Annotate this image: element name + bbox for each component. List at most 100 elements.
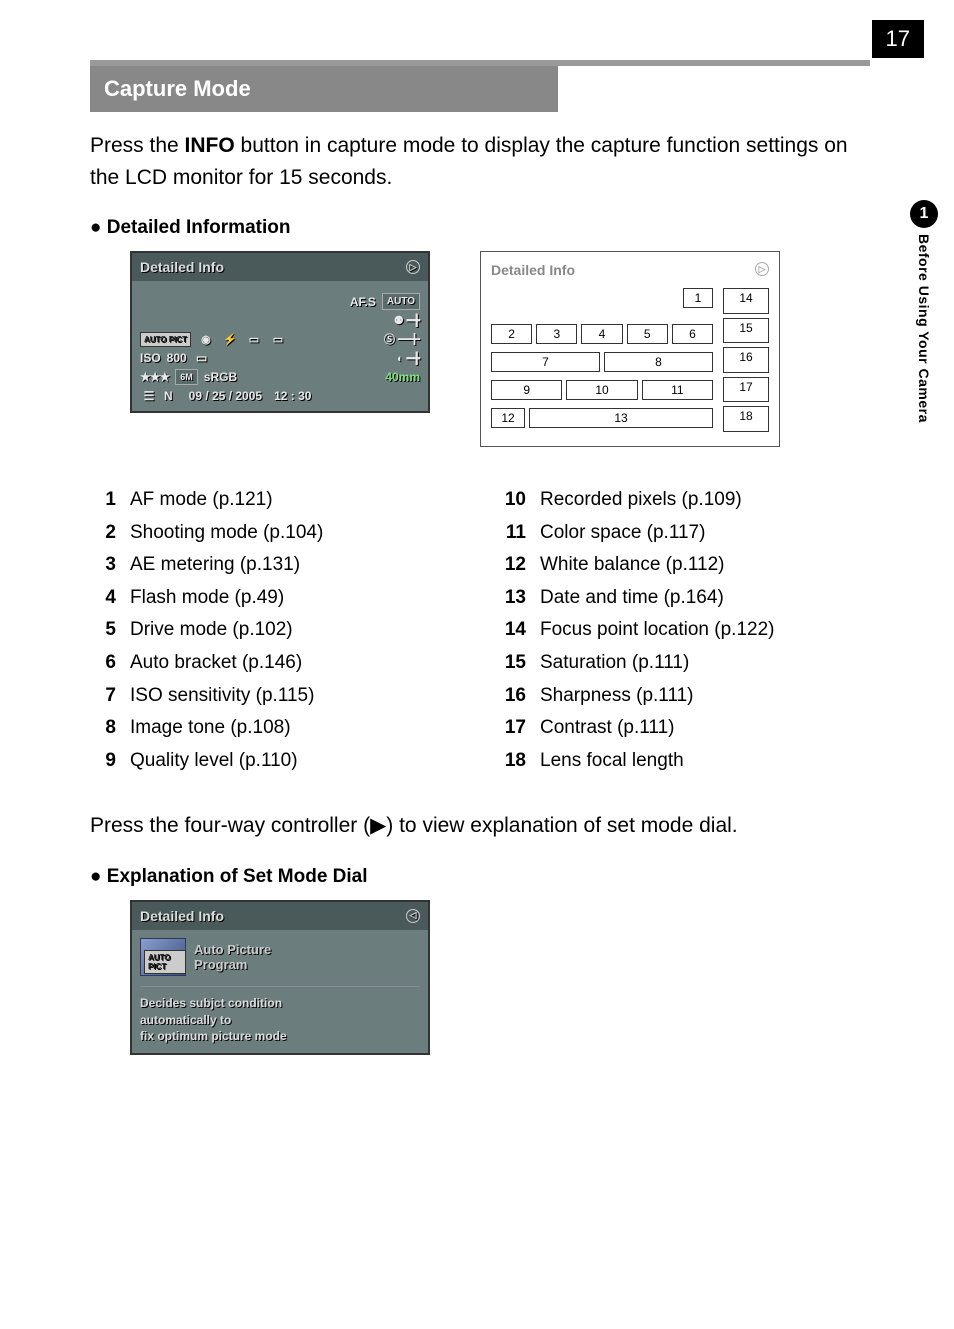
legend-left: 1AF mode (p.121) 2Shooting mode (p.104) … [90,487,460,780]
ln: 16 [500,683,526,710]
lcd-title-text: Detailed Info [140,259,224,275]
intro-bold: INFO [185,134,235,157]
lt: Shooting mode (p.104) [130,520,323,547]
chapter-title: Before Using Your Camera [916,234,932,423]
pixels-box: 6M [175,369,198,385]
intro-paragraph: Press the INFO button in capture mode to… [90,130,870,193]
desc-l1: Decides subjct condition [140,995,420,1012]
wb-n: N [164,389,173,403]
bracket-icon: ▭ [269,333,287,346]
lt: Lens focal length [540,748,684,775]
nav-circle-icon: ▷ [755,262,769,276]
drive-icon: ▭ [245,333,263,346]
ln: 12 [500,552,526,579]
ln: 14 [500,617,526,644]
lcd2-body: AUTO PICT Auto Picture Program Decides s… [132,930,428,1053]
lt: Image tone (p.108) [130,715,291,742]
saturation-icon: ⚉ ━╋ [394,314,420,327]
dg-7: 7 [491,352,600,372]
lt: Flash mode (p.49) [130,585,284,612]
lt: Auto bracket (p.146) [130,650,302,677]
ln: 15 [500,650,526,677]
lt: AF mode (p.121) [130,487,273,514]
lcd2-title-bar: Detailed Info ◁ [132,902,428,930]
dg-14: 14 [723,288,769,314]
diagram-title-text: Detailed Info [491,262,575,278]
focal-length: 40mm [385,370,420,384]
lt: AE metering (p.131) [130,552,300,579]
dg-17: 17 [723,377,769,403]
ln: 9 [90,748,116,775]
right-arrow-icon: ▶ [370,814,386,837]
legend: 1AF mode (p.121) 2Shooting mode (p.104) … [90,487,870,780]
intro-prefix: Press the [90,134,185,157]
ln: 5 [90,617,116,644]
lcd-title-bar: Detailed Info ▷ [132,253,428,281]
lcd-explanation: Detailed Info ◁ AUTO PICT Auto Picture P… [130,900,430,1055]
lt: Sharpness (p.111) [540,683,694,710]
ln: 1 [90,487,116,514]
side-tab: 1 Before Using Your Camera [904,200,944,423]
ln: 11 [500,520,526,547]
iso-value: 800 [167,351,187,365]
ln: 4 [90,585,116,612]
ln: 18 [500,748,526,775]
dg-18: 18 [723,406,769,432]
mode-name-l1: Auto Picture [194,942,271,957]
lt: Drive mode (p.102) [130,617,293,644]
afs-label: AF.S [350,295,376,309]
color-space: sRGB [204,370,237,384]
layout-diagram: Detailed Info ▷ 1 2 3 4 5 6 [480,251,780,447]
legend-right: 10Recorded pixels (p.109) 11Color space … [500,487,870,780]
desc-l2: automatically to [140,1012,420,1029]
contrast-icon: ◐ ━╋ [397,352,420,365]
dg-13: 13 [529,408,713,428]
iso-label: ISO [140,351,161,365]
date-value: 09 / 25 / 2005 [189,389,262,403]
lt: Recorded pixels (p.109) [540,487,742,514]
autopict-chip: AUTO PICT [140,332,191,347]
mode-name-l2: Program [194,957,271,972]
four-way-paragraph: Press the four-way controller (▶) to vie… [90,810,870,842]
chapter-number-badge: 1 [910,200,938,228]
lt: Date and time (p.164) [540,585,724,612]
autopict-chip: AUTO PICT [144,950,186,974]
lcd-body: AF.S AUTO ⚉ ━╋ AUTO PICT ◉ ⚡ ▭ ▭ Ⓢ ━╋ IS… [132,281,428,411]
dg-9: 9 [491,380,562,400]
bullet-explanation: Explanation of Set Mode Dial [90,866,870,888]
dg-6: 6 [672,324,713,344]
dg-10: 10 [566,380,637,400]
diagram-title: Detailed Info ▷ [491,262,769,278]
lt: Color space (p.117) [540,520,705,547]
dg-5: 5 [627,324,668,344]
bullet-detailed-information: Detailed Information [90,217,870,239]
screens-row: Detailed Info ▷ AF.S AUTO ⚉ ━╋ AUTO PICT… [130,251,870,447]
lt: Saturation (p.111) [540,650,689,677]
auto-focus-box: AUTO [382,293,420,310]
wb-icon: ☰ [140,389,158,403]
nav-circle-icon: ▷ [406,260,420,274]
nav-circle-icon: ◁ [406,909,420,923]
ln: 13 [500,585,526,612]
ln: 8 [90,715,116,742]
image-tone-icon: ▭ [193,351,211,365]
lt: Contrast (p.111) [540,715,674,742]
dg-1: 1 [683,288,713,308]
page-number: 17 [872,20,924,58]
dg-2: 2 [491,324,532,344]
ln: 2 [90,520,116,547]
lt: White balance (p.112) [540,552,724,579]
desc-l3: fix optimum picture mode [140,1028,420,1045]
dg-8: 8 [604,352,713,372]
ln: 17 [500,715,526,742]
dg-11: 11 [642,380,713,400]
fw-prefix: Press the four-way controller ( [90,814,370,837]
flash-icon: ⚡ [221,333,239,346]
lt: ISO sensitivity (p.115) [130,683,314,710]
ln: 3 [90,552,116,579]
lt: Quality level (p.110) [130,748,298,775]
lcd-detailed-info: Detailed Info ▷ AF.S AUTO ⚉ ━╋ AUTO PICT… [130,251,430,413]
ln: 6 [90,650,116,677]
page-content: Capture Mode Press the INFO button in ca… [90,60,870,1055]
time-value: 12 : 30 [274,389,311,403]
